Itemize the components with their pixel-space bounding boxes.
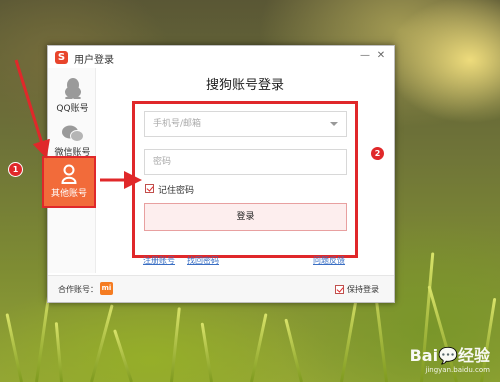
close-button[interactable]: ✕ [374,49,388,63]
page-title: 搜狗账号登录 [206,78,285,93]
keep-login-label: 保持登录 [347,285,379,294]
chevron-down-icon[interactable] [330,122,338,126]
watermark-brand: Bai💬经验 [409,346,490,365]
dialog-footer: 合作账号： mi 保持登录 [48,275,394,302]
user-icon [61,164,77,184]
account-placeholder: 手机号/邮箱 [153,119,202,129]
penguin-icon [64,78,81,99]
password-placeholder: 密码 [153,157,172,167]
register-link[interactable]: 注册账号 [143,255,175,266]
login-form-highlight: 手机号/邮箱 密码 记住密码 登录 [132,101,358,258]
login-method-sidebar: QQ账号 微信账号 其他账号 [42,68,96,273]
title-bar[interactable]: S 用户登录 — ✕ [48,46,394,68]
login-button[interactable]: 登录 [144,203,347,231]
window-title: 用户登录 [74,55,114,66]
sidebar-item-other[interactable]: 其他账号 [42,156,96,208]
xiaomi-login-icon[interactable]: mi [100,282,113,295]
sidebar-item-qq[interactable]: QQ账号 [50,71,95,119]
annotation-arrow-1 [14,59,50,159]
account-input[interactable]: 手机号/邮箱 [144,111,347,137]
feedback-link[interactable]: 问题反馈 [313,255,345,266]
wechat-icon [61,125,84,142]
sogou-logo-icon: S [55,51,68,64]
minimize-button[interactable]: — [358,49,372,63]
keep-login-option[interactable]: 保持登录 [335,284,383,296]
watermark-url: jingyan.baidu.com [425,366,490,374]
baidu-jingyan-watermark: Bai💬经验 jingyan.baidu.com [410,342,490,374]
keep-login-checkbox[interactable] [335,285,344,294]
remember-password-checkbox[interactable] [145,184,154,193]
sidebar-item-label: 其他账号 [50,189,87,199]
forgot-password-link[interactable]: 找回密码 [187,255,219,266]
sidebar-item-label: QQ账号 [56,104,89,114]
remember-password-label: 记住密码 [158,186,195,196]
partner-account-label: 合作账号： [58,285,98,294]
step-badge-1: 1 [8,162,23,177]
step-badge-2: 2 [370,146,385,161]
login-dialog: S 用户登录 — ✕ QQ账号 微信账号 其他账号 搜狗账号登录 手机号/邮箱 … [42,45,395,303]
password-input[interactable]: 密码 [144,149,347,175]
